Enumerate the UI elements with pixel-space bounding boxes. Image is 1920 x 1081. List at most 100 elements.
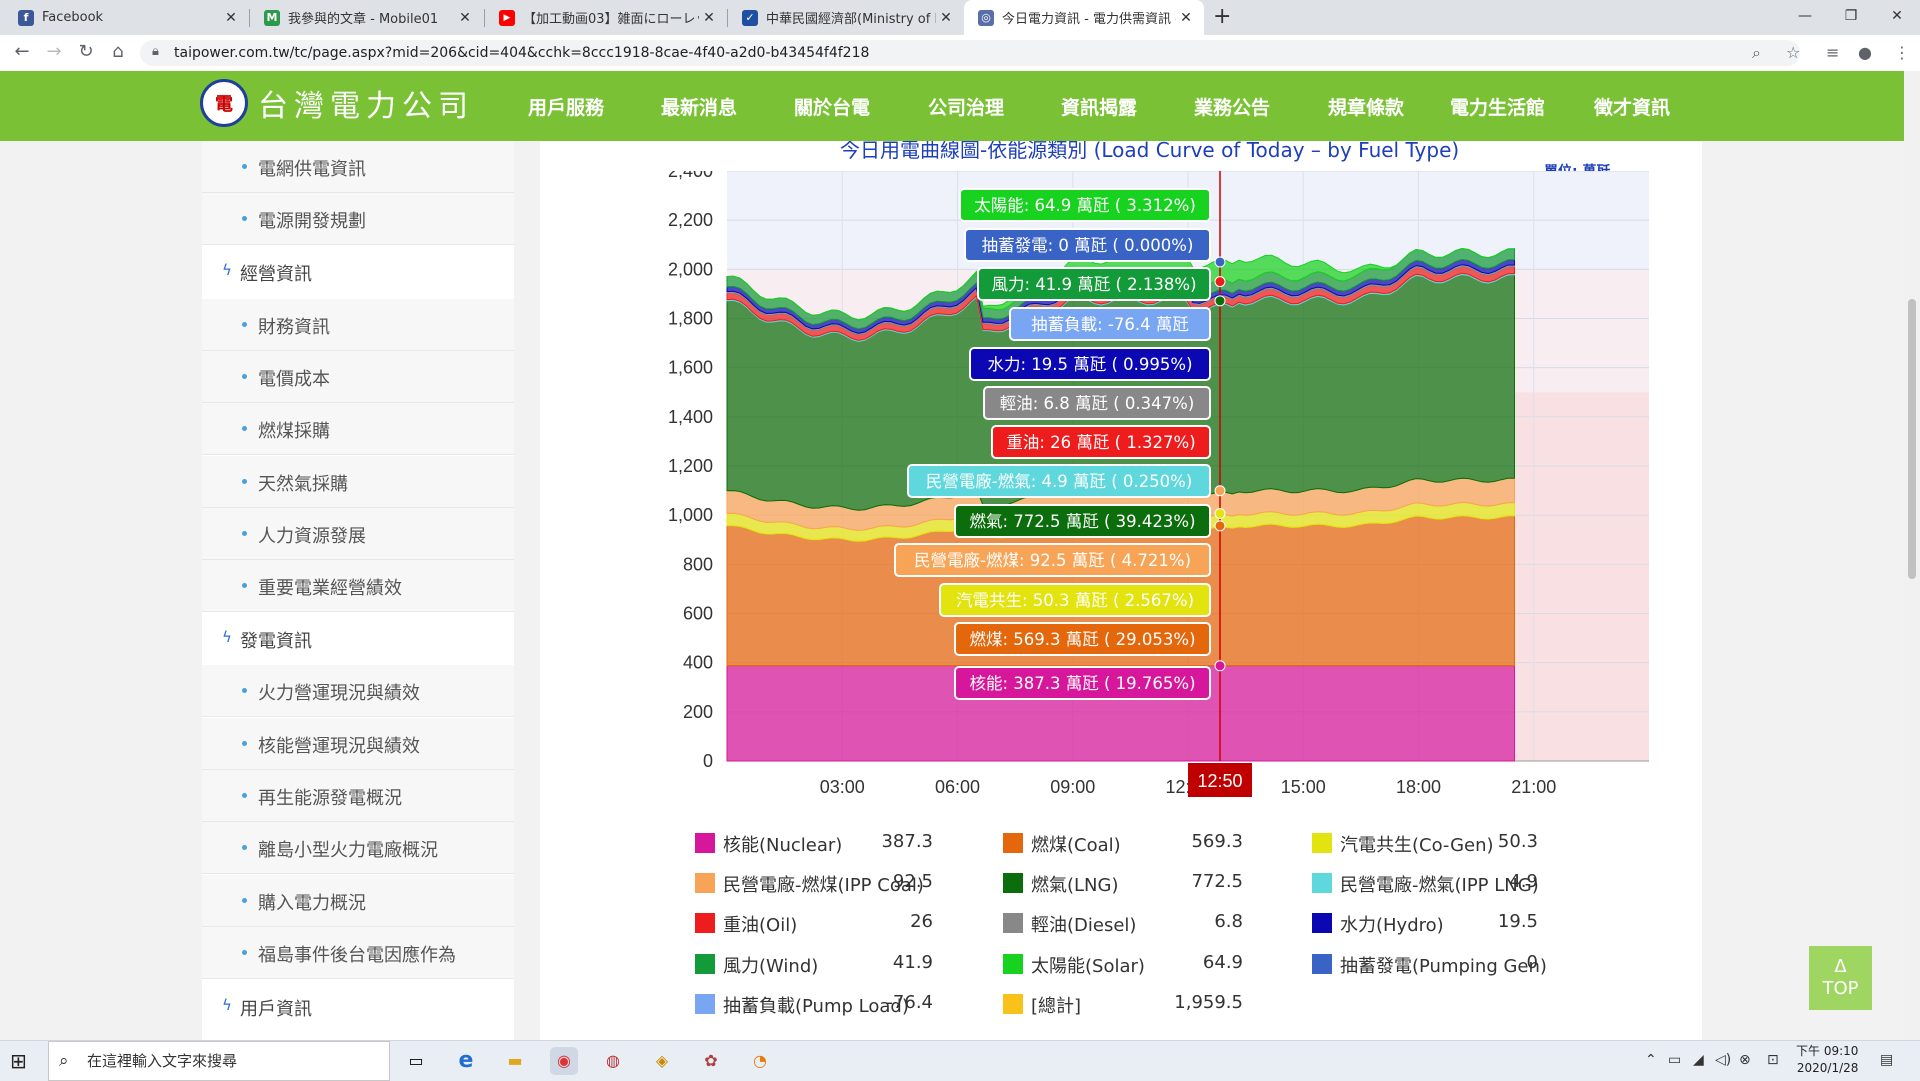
sidebar-item[interactable]: 核能營運現況與績效 [202, 718, 514, 770]
address-bar-row: ← → ↻ ⌂ taipower.com.tw/tc/page.aspx?mid… [0, 35, 1920, 72]
sidebar-heading[interactable]: ϟ 經營資訊 [202, 246, 514, 298]
menu-about[interactable]: 關於台電 [794, 93, 870, 120]
tooltip-text: 汽電共生: 50.3 萬瓩 ( 2.567%) [956, 591, 1194, 610]
new-tab-button[interactable]: + [1213, 4, 1231, 29]
close-tab-icon[interactable]: ✕ [455, 10, 475, 26]
minimize-button[interactable]: — [1782, 2, 1828, 30]
hover-point [1214, 660, 1226, 672]
sidebar-item[interactable]: 燃煤採購 [202, 403, 514, 455]
legend-swatch [1003, 954, 1023, 974]
hover-point [1214, 507, 1226, 519]
back-button[interactable]: ← [10, 41, 34, 62]
scrollbar-thumb[interactable] [1908, 299, 1916, 579]
chrome-icon[interactable]: ◉ [550, 1047, 578, 1075]
close-tab-icon[interactable]: ✕ [1176, 10, 1196, 26]
reload-button[interactable]: ↻ [74, 41, 98, 62]
battery-icon[interactable]: ▭ [1668, 1052, 1681, 1068]
notification-icon[interactable]: ▤ [1880, 1052, 1893, 1068]
file-explorer-icon[interactable]: ▬ [501, 1047, 529, 1075]
legend-item[interactable]: 民營電廠-燃氣(IPP LNG) 4.9 [1312, 871, 1539, 897]
legend-item[interactable]: 燃氣(LNG) 772.5 [1003, 871, 1243, 897]
restore-button[interactable]: ❐ [1828, 2, 1874, 30]
sidebar-item[interactable]: 火力營運現況與績效 [202, 665, 514, 717]
legend-item[interactable]: 核能(Nuclear) 387.3 [695, 831, 933, 857]
sidebar-heading[interactable]: ϟ 用戶資訊 [202, 981, 514, 1033]
blender-icon[interactable]: ◔ [746, 1047, 774, 1075]
close-tab-icon[interactable]: ✕ [936, 10, 956, 26]
legend-item[interactable]: 水力(Hydro) 19.5 [1312, 911, 1538, 937]
taskbar-search-input[interactable]: ⌕ 在這裡輸入文字來搜尋 [48, 1041, 390, 1081]
page-scrollbar[interactable] [1904, 71, 1920, 1040]
browser-tab[interactable]: f Facebook ✕ [4, 0, 249, 35]
browser-tab[interactable]: M 我參與的文章 - Mobile01 ✕ [250, 0, 483, 35]
close-tab-icon[interactable]: ✕ [221, 10, 241, 26]
app-icon[interactable]: ◍ [599, 1047, 627, 1075]
app-icon[interactable]: ◈ [648, 1047, 676, 1075]
sidebar-item[interactable]: 財務資訊 [202, 299, 514, 351]
sidebar-item[interactable]: 人力資源發展 [202, 508, 514, 560]
load-curve-chart[interactable]: 0 200 400 600 800 1,000 1,200 1,400 1,600 1,800 2,… [600, 171, 1660, 861]
legend-item[interactable]: 風力(Wind) 41.9 [695, 952, 933, 978]
network-icon[interactable]: ◢ [1693, 1052, 1704, 1068]
sidebar-item[interactable]: 購入電力概況 [202, 875, 514, 927]
legend-item[interactable]: 汽電共生(Co-Gen) 50.3 [1312, 831, 1538, 857]
clock[interactable]: 下午 09:10 2020/1/28 [1796, 1043, 1858, 1077]
back-to-top-button[interactable]: Δ TOP [1809, 946, 1872, 1010]
menu-regulations[interactable]: 規章條款 [1328, 93, 1404, 120]
edge-icon[interactable]: e [452, 1047, 480, 1075]
close-tab-icon[interactable]: ✕ [699, 10, 719, 26]
legend-item[interactable]: 抽蓄負載(Pump Load) -76.4 [695, 992, 933, 1018]
sidebar-item[interactable]: 電源開發規劃 [202, 193, 514, 245]
volume-icon[interactable]: ◁) [1715, 1052, 1731, 1068]
tab-title: 中華民國經濟部(Ministry of Econ [766, 12, 936, 27]
menu-icon[interactable]: ⋮ [1894, 43, 1910, 62]
sidebar-item[interactable]: 天然氣採購 [202, 456, 514, 508]
tooltip-text: 燃氣: 772.5 萬瓩 ( 39.423%) [969, 512, 1195, 531]
legend-swatch [695, 873, 715, 893]
task-view-icon[interactable]: ▭ [402, 1047, 430, 1075]
menu-living[interactable]: 電力生活館 [1450, 93, 1545, 120]
legend-item[interactable]: 重油(Oil) 26 [695, 911, 933, 937]
zoom-icon[interactable]: ⌕ [1752, 43, 1761, 63]
close-window-button[interactable]: ✕ [1874, 2, 1920, 30]
legend-item[interactable]: 民營電廠-燃煤(IPP Coal) 92.5 [695, 871, 933, 897]
menu-careers[interactable]: 徵才資訊 [1594, 93, 1670, 120]
sidebar-item[interactable]: 福島事件後台電因應作為 [202, 927, 514, 979]
browser-tab-active[interactable]: ◎ 今日電力資訊 - 電力供需資訊 - 台 ✕ [964, 0, 1204, 35]
sidebar-item[interactable]: 電網供電資訊 [202, 141, 514, 193]
bookmark-star-icon[interactable]: ☆ [1786, 43, 1800, 62]
menu-governance[interactable]: 公司治理 [928, 93, 1004, 120]
y-tick-label: 1,400 [668, 407, 713, 427]
home-button[interactable]: ⌂ [106, 41, 130, 62]
legend-swatch [1312, 913, 1332, 933]
app-icon[interactable]: ✿ [697, 1047, 725, 1075]
browser-tab[interactable]: ✓ 中華民國經濟部(Ministry of Econ ✕ [728, 0, 964, 35]
tray-arrow-icon[interactable]: ⌃ [1645, 1052, 1657, 1068]
legend-item[interactable]: 抽蓄發電(Pumping Gen) 0 [1312, 952, 1547, 978]
hover-point [1214, 485, 1226, 497]
chart-panel: 今日用電曲線圖-依能源類別 (Load Curve of Today – by … [540, 141, 1702, 1040]
legend-label: 燃氣(LNG) [1031, 875, 1119, 896]
taipower-logo[interactable]: 電 台灣電力公司 [200, 79, 474, 127]
media-icon[interactable]: ≡ [1826, 43, 1839, 62]
sidebar-item[interactable]: 重要電業經營績效 [202, 560, 514, 612]
tray-icon[interactable]: ⊗ [1739, 1052, 1751, 1068]
menu-user-service[interactable]: 用戶服務 [528, 93, 604, 120]
profile-icon[interactable]: ● [1858, 43, 1872, 62]
menu-news[interactable]: 最新消息 [661, 93, 737, 120]
windows-start-icon[interactable]: ⊞ [10, 1049, 34, 1073]
legend-item[interactable]: 輕油(Diesel) 6.8 [1003, 911, 1243, 937]
legend-item[interactable]: [總計] 1,959.5 [1003, 992, 1243, 1018]
browser-tab[interactable]: ▶ 【加工動画03】雑面にローレッ ✕ [485, 0, 727, 35]
menu-announcements[interactable]: 業務公告 [1194, 93, 1270, 120]
legend-item[interactable]: 太陽能(Solar) 64.9 [1003, 952, 1243, 978]
url-field[interactable]: taipower.com.tw/tc/page.aspx?mid=206&cid… [140, 40, 1800, 66]
forward-button[interactable]: → [42, 41, 66, 62]
tray-icon[interactable]: ⊡ [1767, 1052, 1779, 1068]
menu-disclosure[interactable]: 資訊揭露 [1061, 93, 1137, 120]
legend-item[interactable]: 燃煤(Coal) 569.3 [1003, 831, 1243, 857]
sidebar-item[interactable]: 離島小型火力電廠概況 [202, 822, 514, 874]
sidebar-heading[interactable]: ϟ 發電資訊 [202, 613, 514, 665]
sidebar-item[interactable]: 電價成本 [202, 351, 514, 403]
sidebar-item[interactable]: 再生能源發電概況 [202, 770, 514, 822]
